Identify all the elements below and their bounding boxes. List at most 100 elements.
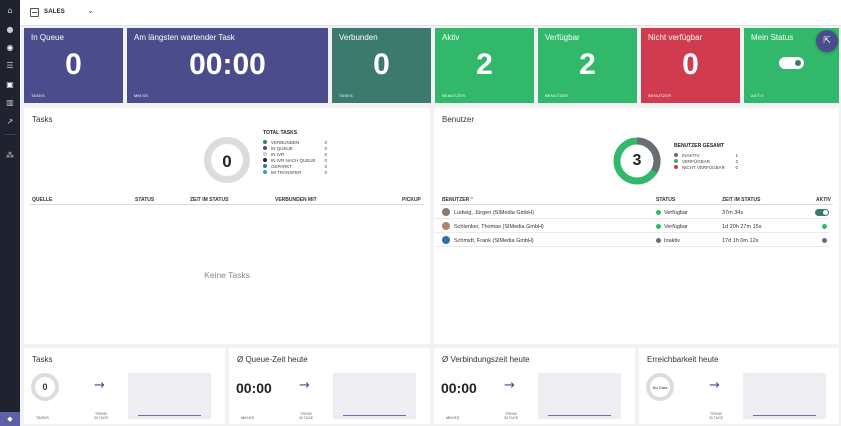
tile-footer: AKTIV xyxy=(751,93,764,98)
user-name: Schlenker, Thomas (SIMedia GmbH) xyxy=(454,224,544,230)
chevron-down-icon[interactable]: ⌄ xyxy=(87,6,94,15)
users-legend: BENUTZER GESAMT INAKTIV 1 VERFÜGBAR 2 NICHT … xyxy=(674,143,738,170)
legend-count: 1 xyxy=(735,152,738,158)
legend-label: VERBUNDEN xyxy=(271,139,300,145)
legend-dot xyxy=(263,158,267,162)
column-aktiv[interactable]: AKTIV xyxy=(816,197,831,203)
legend-label: IN IVR xyxy=(271,151,285,157)
trend-line xyxy=(548,415,611,416)
legend-count: 0 xyxy=(735,164,738,170)
shield-icon[interactable]: ◆ xyxy=(0,412,20,426)
stat-queue-time: Ø Queue-Zeit heute 00:00 MM:SS → TREND 3… xyxy=(229,348,430,424)
dashboard-title: SALES xyxy=(44,9,66,15)
table-row[interactable]: Ludwig, Jürgen (SIMedia GmbH) Verfügbar … xyxy=(434,206,830,219)
trend-line xyxy=(753,415,816,416)
column-status[interactable]: STATUS xyxy=(135,197,154,203)
legend-count: 2 xyxy=(735,158,738,164)
tile-footer: BENUTZER xyxy=(545,93,569,98)
legend-label: INAKTIV xyxy=(682,152,700,158)
user-time: 37m 34s xyxy=(722,210,744,216)
legend-label: GEPARKT xyxy=(271,163,293,169)
stat-tasks: Tasks 0 TASKS → TREND 30 TAGE xyxy=(24,348,225,424)
dashboard-icon[interactable]: ▣ xyxy=(4,79,16,89)
status-dot xyxy=(656,238,661,243)
tile-value: 2 xyxy=(579,48,596,81)
trend-line xyxy=(138,415,201,416)
legend-row: NICHT VERFÜGBAR 0 xyxy=(674,164,738,170)
tile-value: 00:00 xyxy=(189,48,266,81)
legend-title: BENUTZER GESAMT xyxy=(674,143,724,149)
legend-dot xyxy=(674,165,678,169)
sidebar-divider xyxy=(4,134,16,135)
top-bar: SALES ⌄ xyxy=(20,0,841,26)
column-quelle[interactable]: QUELLE xyxy=(32,197,52,203)
tile-title: In Queue xyxy=(31,33,64,42)
column-zeit-im-status[interactable]: ZEIT IM STATUS xyxy=(190,197,228,203)
user-name: Schmidt, Frank (SIMedia GmbH) xyxy=(454,238,534,244)
tile-title: Verfügbar xyxy=(545,33,580,42)
home-icon[interactable]: ⌂ xyxy=(4,5,16,15)
active-indicator xyxy=(822,238,827,243)
table-row[interactable]: Schmidt, Frank (SIMedia GmbH) Inaktiv 17… xyxy=(434,234,830,247)
active-toggle[interactable] xyxy=(815,209,829,216)
legend-dot xyxy=(263,146,267,150)
arrow-right-icon: → xyxy=(299,378,310,393)
tile-longest-waiting: Am längsten wartender Task 00:00 MM:SS xyxy=(127,28,328,103)
column-status[interactable]: STATUS xyxy=(656,197,675,203)
legend-dot xyxy=(674,153,678,157)
panel-title: Tasks xyxy=(32,115,53,124)
tasks-donut: 0 xyxy=(204,137,250,183)
legend-label: VERFÜGBAR xyxy=(682,158,711,164)
legend-count: 0 xyxy=(324,151,327,157)
tile-title: Aktiv xyxy=(442,33,460,42)
my-status-toggle[interactable] xyxy=(779,57,804,69)
legend-dot xyxy=(674,159,678,163)
stat-connection-time: Ø Verbindungszeit heute 00:00 MM:SS → TR… xyxy=(434,348,635,424)
legend-count: 0 xyxy=(324,145,327,151)
tile-unavailable: Nicht verfügbar 0 BENUTZER xyxy=(641,28,740,103)
legend-label: IN IVR NACH QUEUE xyxy=(271,157,316,163)
column-zeit-im-status[interactable]: ZEIT IM STATUS xyxy=(722,197,760,203)
table-header-divider xyxy=(440,204,833,205)
column-pickup[interactable]: PICKUP xyxy=(402,197,421,203)
column-verbunden-mit[interactable]: VERBUNDEN MIT xyxy=(275,197,317,203)
trend-label: TREND 30 TAGE xyxy=(503,412,519,420)
legend-dot xyxy=(263,152,267,156)
tile-value: 0 xyxy=(65,48,82,81)
empty-state-text: Keine Tasks xyxy=(204,270,250,280)
toggle-knob xyxy=(795,60,801,66)
donut-value: 3 xyxy=(632,152,642,169)
tile-connected: Verbunden 0 TASKS xyxy=(332,28,431,103)
stat-ring: 0 xyxy=(31,373,59,401)
avatar xyxy=(442,222,450,230)
stat-footer: MM:SS xyxy=(241,415,255,420)
user-time: 1d 20h 27m 15s xyxy=(722,224,762,230)
chat-icon[interactable]: ● xyxy=(4,24,16,34)
line-chart-icon[interactable]: ↗ xyxy=(4,116,16,126)
external-link-icon[interactable]: ⇱ xyxy=(816,30,838,52)
legend-dot xyxy=(263,170,267,174)
bar-chart-icon[interactable]: ▥ xyxy=(4,97,16,107)
status-dot xyxy=(656,210,661,215)
dashboard-icon xyxy=(30,8,39,17)
user-name: Ludwig, Jürgen (SIMedia GmbH) xyxy=(454,210,535,216)
headset-icon[interactable]: ◉ xyxy=(4,42,16,52)
trend-chart xyxy=(128,373,211,419)
stat-value: 00:00 xyxy=(236,380,272,396)
avatar xyxy=(442,236,450,244)
list-icon[interactable]: ☰ xyxy=(4,60,16,70)
column-benutzer[interactable]: BENUTZER ^ xyxy=(442,197,473,203)
network-icon[interactable]: ⁂ xyxy=(4,150,16,160)
panel-title: Erreichbarkeit heute xyxy=(647,355,719,364)
user-time: 17d 1h 0m 12s xyxy=(722,238,759,244)
table-row[interactable]: Schlenker, Thomas (SIMedia GmbH) Verfügb… xyxy=(434,220,830,233)
tile-title: Nicht verfügbar xyxy=(648,33,703,42)
tile-footer: TASKS xyxy=(339,93,353,98)
sort-icon: ^ xyxy=(470,197,473,203)
tile-value: 2 xyxy=(476,48,493,81)
tasks-legend: TOTAL TASKS VERBUNDEN 0 IN QUEUE 0 IN IVR 0 IN… xyxy=(263,130,327,175)
stat-footer: TASKS xyxy=(36,415,49,420)
legend-title: TOTAL TASKS xyxy=(263,130,298,136)
tile-in-queue: In Queue 0 TASKS xyxy=(24,28,123,103)
panel-title: Ø Queue-Zeit heute xyxy=(237,355,308,364)
